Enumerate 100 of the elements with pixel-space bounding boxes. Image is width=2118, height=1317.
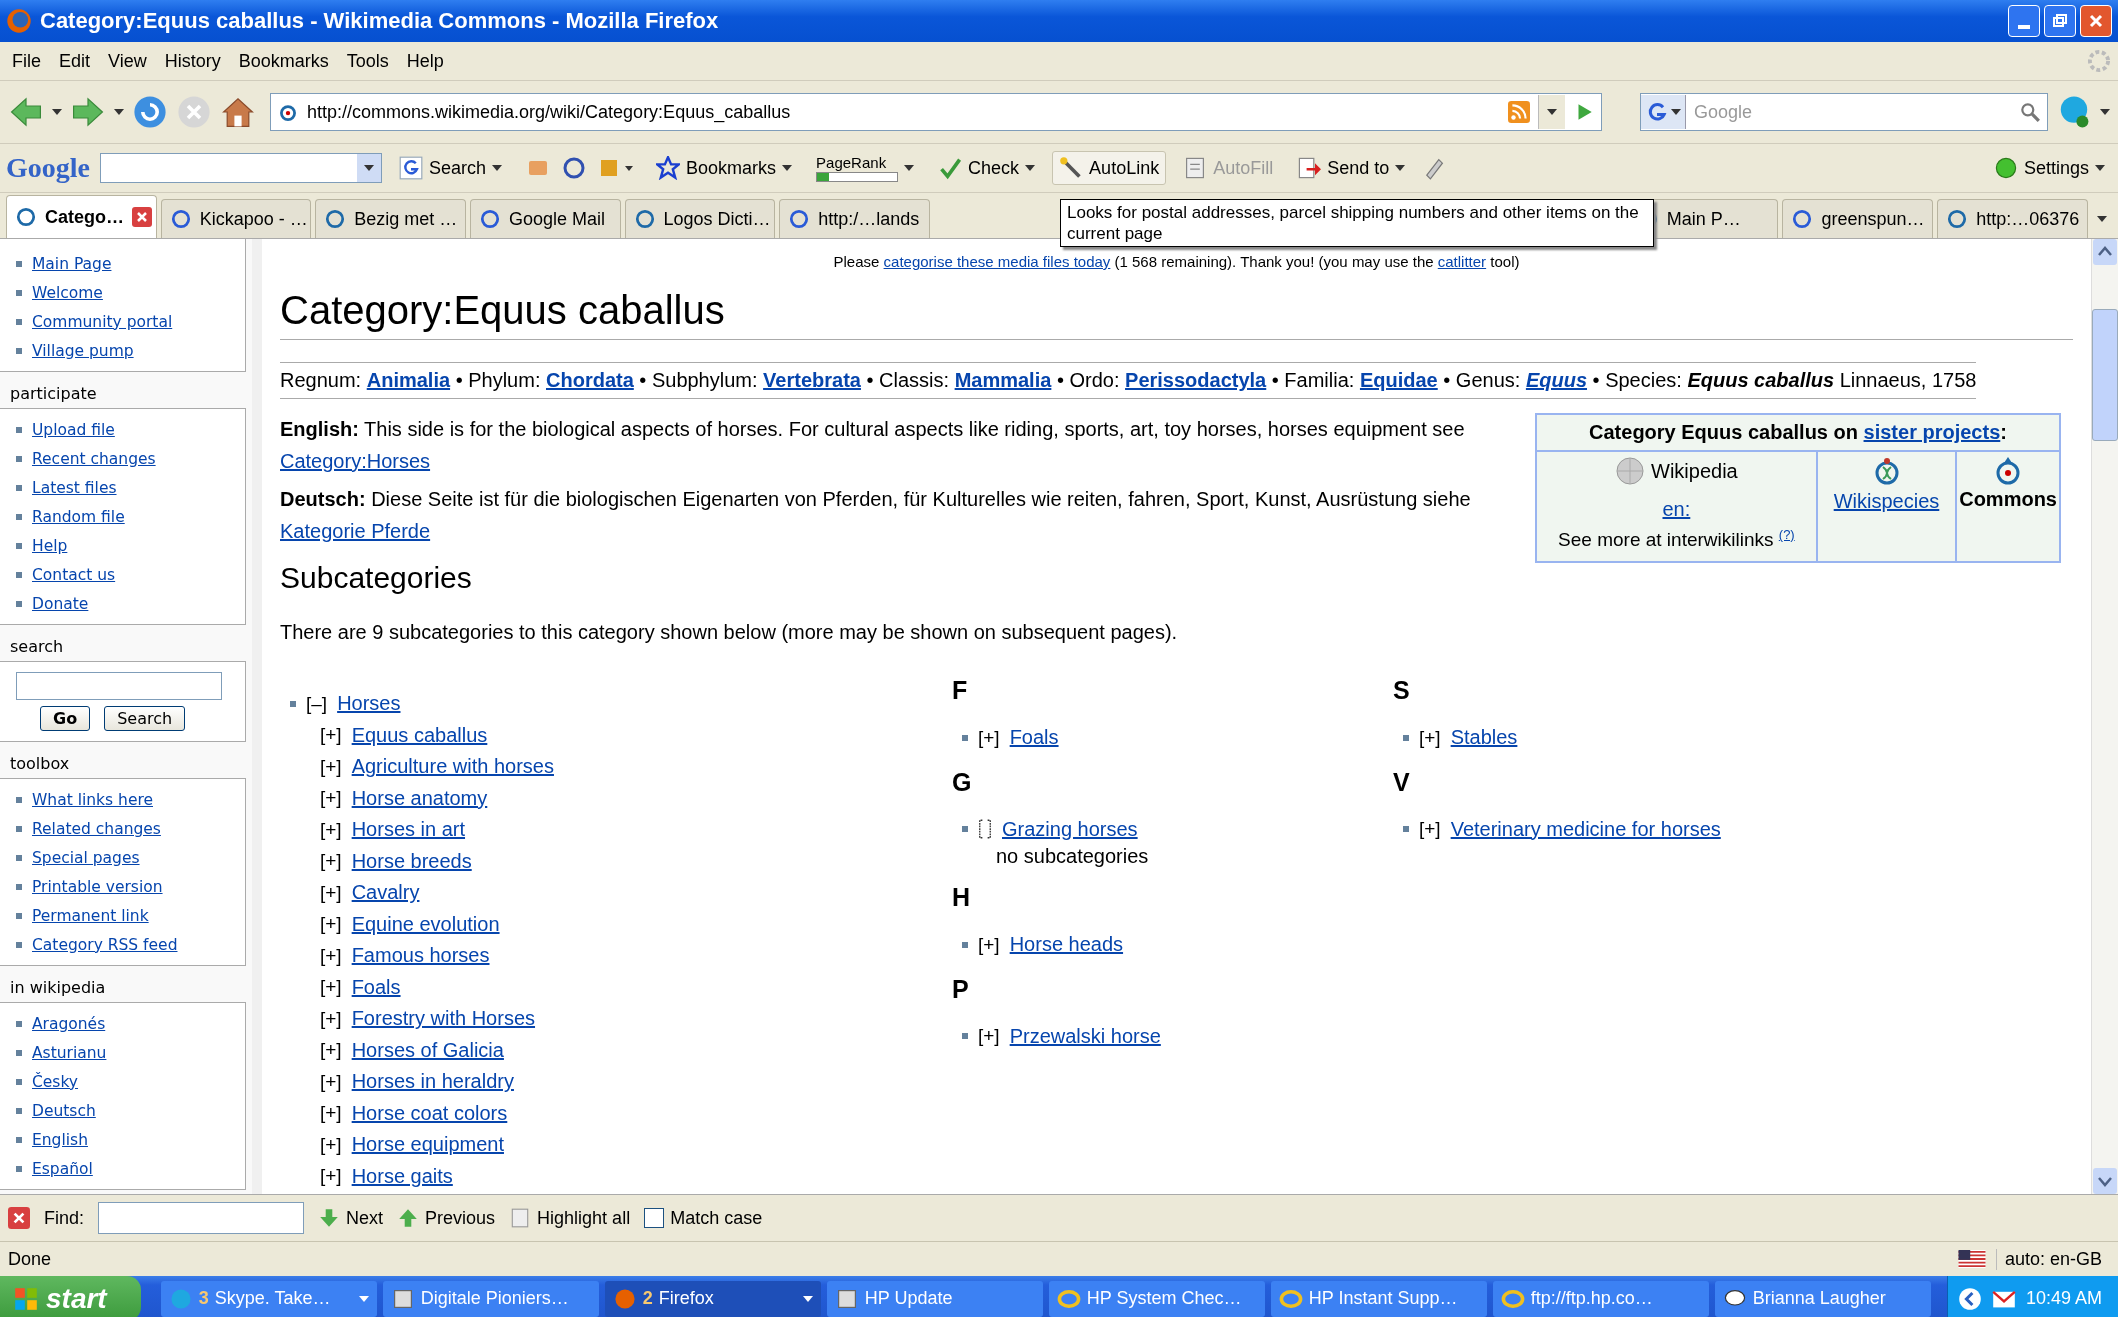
find-next-button[interactable]: Next xyxy=(318,1207,384,1229)
subcategory-link[interactable]: Famous horses xyxy=(351,944,490,968)
subcategory-link[interactable]: Cavalry xyxy=(351,881,420,905)
expand-toggle[interactable]: [+] xyxy=(320,1007,342,1030)
highlight-all-button[interactable]: Highlight all xyxy=(509,1207,631,1229)
restore-button[interactable] xyxy=(2044,5,2076,37)
minimize-button[interactable] xyxy=(2008,5,2040,37)
category-link[interactable]: Kategorie Pferde xyxy=(280,520,431,542)
sidebar-link[interactable]: Latest files xyxy=(32,478,117,497)
sidebar-link[interactable]: Recent changes xyxy=(32,449,156,468)
taxon-link[interactable]: Equus xyxy=(1525,369,1587,391)
expand-toggle[interactable]: [+] xyxy=(320,818,342,841)
caret-icon[interactable] xyxy=(2100,109,2110,115)
sidebar-link[interactable]: Donate xyxy=(32,594,89,613)
expand-toggle[interactable]: [+] xyxy=(320,944,342,967)
language-link[interactable]: en: xyxy=(1662,498,1691,521)
scroll-up-icon[interactable] xyxy=(2093,239,2117,265)
find-field[interactable] xyxy=(98,1202,305,1234)
sidebar-link[interactable]: Español xyxy=(32,1159,93,1178)
sidebar-link[interactable]: Aragonés xyxy=(32,1014,106,1033)
expand-toggle[interactable]: [+] xyxy=(320,850,342,873)
menu-item[interactable]: Bookmarks xyxy=(232,50,341,72)
menu-item[interactable]: Edit xyxy=(53,50,103,72)
subcategory-link[interactable]: Agriculture with horses xyxy=(351,755,554,779)
menu-item[interactable]: Tools xyxy=(340,50,401,72)
reload-icon[interactable] xyxy=(132,94,168,130)
expand-toggle[interactable]: [+] xyxy=(1419,726,1441,749)
subcategory-link[interactable]: Przewalski horse xyxy=(1009,1024,1161,1048)
scroll-thumb[interactable] xyxy=(2092,309,2118,441)
subcategory-link[interactable]: Horse equipment xyxy=(351,1133,504,1157)
notice-link[interactable]: catlitter xyxy=(1437,253,1487,270)
taskbar-button[interactable]: Digitale Pioniers… xyxy=(382,1280,599,1317)
subcategory-link[interactable]: Foals xyxy=(351,975,401,999)
sidebar-link[interactable]: Permanent link xyxy=(32,906,149,925)
expand-toggle[interactable]: [–] xyxy=(306,692,328,715)
sidebar-link[interactable]: Village pump xyxy=(32,341,134,360)
subcategory-link[interactable]: Horse anatomy xyxy=(351,786,488,810)
subcategory-link[interactable]: Horses of Galicia xyxy=(351,1038,504,1062)
subcategory-link[interactable]: Equine evolution xyxy=(351,912,500,936)
taskbar-button[interactable]: HP Instant Supp… xyxy=(1270,1280,1487,1317)
find-previous-button[interactable]: Previous xyxy=(397,1207,496,1229)
expand-toggle[interactable]: [+] xyxy=(320,1165,342,1188)
expand-toggle[interactable]: [+] xyxy=(978,726,1000,749)
match-case-checkbox[interactable] xyxy=(644,1208,665,1228)
sidebar-link[interactable]: Random file xyxy=(32,507,125,526)
subcategory-link[interactable]: Horse gaits xyxy=(351,1164,453,1188)
expand-toggle[interactable]: [+] xyxy=(978,933,1000,956)
subcategory-link[interactable]: Horses xyxy=(337,692,401,716)
subcategory-link[interactable]: Foals xyxy=(1009,726,1059,750)
subcategory-link[interactable]: Veterinary medicine for horses xyxy=(1450,817,1721,841)
taskbar-button[interactable]: HP Update xyxy=(826,1280,1043,1317)
expand-toggle[interactable]: [+] xyxy=(320,755,342,778)
toolbar-button[interactable]: Search xyxy=(392,151,510,185)
search-engine-button[interactable] xyxy=(1641,95,1686,129)
subcategory-link[interactable]: Horses in heraldry xyxy=(351,1070,514,1094)
sidebar-link[interactable]: Category RSS feed xyxy=(32,935,178,954)
search-box[interactable]: Google xyxy=(1640,93,2048,131)
taskbar-button[interactable]: HP System Chec… xyxy=(1048,1280,1265,1317)
expand-toggle[interactable]: [+] xyxy=(320,1102,342,1125)
caret-icon[interactable] xyxy=(114,109,124,115)
toolbar-button[interactable]: PageRank xyxy=(809,149,922,187)
expand-toggle[interactable]: [+] xyxy=(320,1070,342,1093)
expand-toggle[interactable]: [+] xyxy=(978,1025,1000,1048)
expand-toggle[interactable]: [+] xyxy=(320,787,342,810)
close-icon[interactable] xyxy=(8,1207,30,1229)
chevron-icon[interactable] xyxy=(1957,1286,1982,1311)
browser-tab[interactable]: http:…06376 xyxy=(1937,199,2088,238)
sidebar-link[interactable]: Related changes xyxy=(32,819,161,838)
close-button[interactable] xyxy=(2080,5,2112,37)
sidebar-link[interactable]: Contact us xyxy=(32,565,116,584)
subcategory-link[interactable]: Horses in art xyxy=(351,818,466,842)
toolbar-button[interactable]: Send to xyxy=(1290,151,1413,185)
wiki-search-field[interactable] xyxy=(16,672,222,700)
address-field[interactable]: http://commons.wikimedia.org/wiki/Category:Equus_caballus xyxy=(270,93,1602,131)
subcategory-link[interactable]: Horse breeds xyxy=(351,849,472,873)
sidebar-link[interactable]: Welcome xyxy=(32,283,103,302)
notice-link[interactable]: categorise these media files today xyxy=(883,253,1111,270)
wikispecies-link[interactable]: Wikispecies xyxy=(1833,490,1940,513)
browser-tab[interactable]: Catego… xyxy=(6,195,157,238)
category-link[interactable]: Category:Horses xyxy=(280,450,431,472)
menu-item[interactable]: Help xyxy=(400,50,456,72)
expand-toggle[interactable]: [+] xyxy=(1419,818,1441,841)
sidebar-link[interactable]: Printable version xyxy=(32,877,163,896)
sidebar-link[interactable]: What links here xyxy=(32,790,153,809)
back-arrow-icon[interactable] xyxy=(8,94,44,130)
sister-projects-link[interactable]: sister projects xyxy=(1863,421,2001,443)
subcategory-link[interactable]: Horse coat colors xyxy=(351,1101,508,1125)
sidebar-link[interactable]: Main Page xyxy=(32,254,112,273)
menu-item[interactable]: View xyxy=(102,50,159,72)
subcategory-link[interactable]: Horse heads xyxy=(1009,933,1124,957)
browser-tab[interactable]: Bezig met … xyxy=(315,199,466,238)
subcategory-link[interactable]: Equus caballus xyxy=(351,723,488,747)
browser-tab[interactable]: Logos Dicti… xyxy=(624,199,776,238)
taxon-link[interactable]: Equidae xyxy=(1359,369,1438,391)
toolbar-button[interactable]: AutoLink xyxy=(1052,151,1167,185)
expand-toggle[interactable]: [+] xyxy=(320,913,342,936)
expand-toggle[interactable]: [+] xyxy=(320,1133,342,1156)
taxon-link[interactable]: Vertebrata xyxy=(763,369,861,391)
expand-toggle[interactable]: [+] xyxy=(320,1039,342,1062)
sidebar-link[interactable]: Help xyxy=(32,536,68,555)
